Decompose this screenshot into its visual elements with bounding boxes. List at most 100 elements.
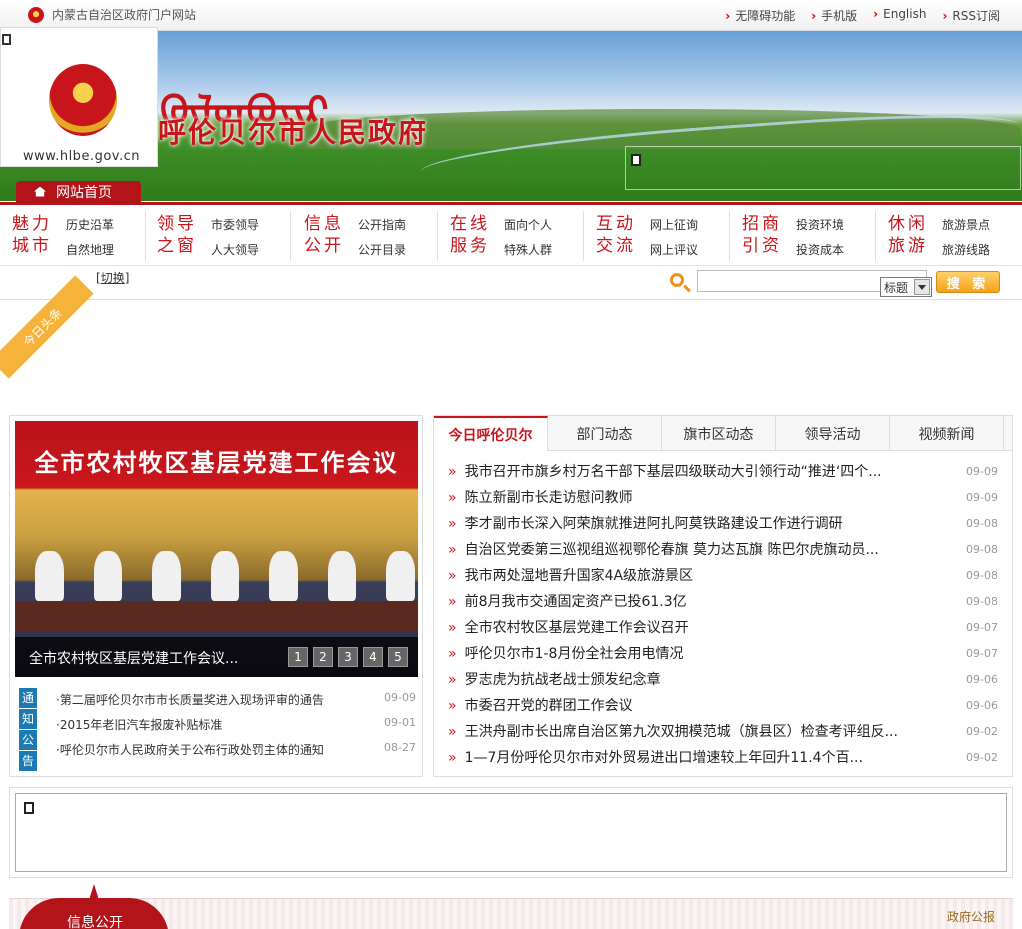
nav-divider — [875, 211, 876, 261]
list-item[interactable]: ·2015年老旧汽车报废补贴标准 09-01 — [56, 716, 416, 741]
nav-category[interactable]: 招商 引资 — [742, 213, 796, 263]
top-links: 无障碍功能 手机版 English RSS订阅 — [725, 7, 1000, 24]
list-item[interactable]: 我市召开市旗乡村万名干部下基层四级联动大引领行动“推进‘四个...09-09 — [448, 458, 998, 484]
slide-photo-people — [35, 551, 416, 606]
rss-link[interactable]: RSS订阅 — [942, 7, 1000, 24]
nav-divider — [583, 211, 584, 261]
list-item[interactable]: 全市农村牧区基层党建工作会议召开09-07 — [448, 614, 998, 640]
photo-news-box: 全市农村牧区基层党建工作会议 全市农村牧区基层党建工作会议... 1 2 3 4… — [9, 415, 423, 777]
list-item[interactable]: 市委召开党的群团工作会议09-06 — [448, 692, 998, 718]
tab-leaders[interactable]: 领导活动 — [776, 416, 890, 451]
plugin-icon — [2, 34, 11, 45]
nav-category[interactable]: 魅力 城市 — [12, 213, 66, 263]
slide-page-button[interactable]: 4 — [363, 647, 383, 667]
nav-subs: 网上征询 网上评议 — [650, 213, 698, 263]
nav-link-routes[interactable]: 旅游线路 — [942, 238, 990, 263]
list-item[interactable]: 呼伦贝尔市1-8月份全社会用电情况09-07 — [448, 640, 998, 666]
search-row: [切换] 标题 搜 索 — [0, 266, 1022, 300]
list-item[interactable]: 1—7月份呼伦贝尔市对外贸易进出口增速较上年回升11.4个百...09-02 — [448, 744, 998, 770]
embed-frame — [15, 793, 1007, 872]
notice-list: ·第二届呼伦贝尔市市长质量奖进入现场评审的通告 09-09 ·2015年老旧汽车报… — [56, 691, 416, 766]
nav-group-service: 在线 服务 面向个人 特殊人群 — [450, 213, 552, 263]
nav-divider — [437, 211, 438, 261]
list-item[interactable]: 自治区党委第三巡视组巡视鄂伦春旗 莫力达瓦旗 陈巴尔虎旗动员...09-08 — [448, 536, 998, 562]
slide-photo-table — [15, 601, 418, 631]
tab-today[interactable]: 今日呼伦贝尔 — [434, 416, 548, 451]
slide-page-button[interactable]: 5 — [388, 647, 408, 667]
slide-page-button[interactable]: 1 — [288, 647, 308, 667]
slide-pager: 1 2 3 4 5 — [288, 647, 408, 667]
list-item[interactable]: 我市两处湿地晋升国家4A级旅游景区09-08 — [448, 562, 998, 588]
nav-divider — [145, 211, 146, 261]
plugin-icon — [24, 802, 34, 814]
notice-tag: 通知公告 — [19, 688, 37, 772]
nav-link-review[interactable]: 网上评议 — [650, 238, 698, 263]
nav-group-tourism: 休闲 旅游 旅游景点 旅游线路 — [888, 213, 990, 263]
slide-page-button[interactable]: 3 — [338, 647, 358, 667]
list-item[interactable]: ·呼伦贝尔市人民政府关于公布行政处罚主体的通知 08-27 — [56, 741, 416, 766]
tab-districts[interactable]: 旗市区动态 — [662, 416, 776, 451]
nav-link-environment[interactable]: 投资环境 — [796, 213, 844, 238]
banner-embed-frame — [625, 146, 1021, 190]
news-tabs: 今日呼伦贝尔 部门动态 旗市区动态 领导活动 视频新闻 — [434, 416, 1012, 451]
home-button[interactable]: 网站首页 — [16, 181, 141, 202]
nav-group-info: 信息 公开 公开指南 公开目录 — [304, 213, 406, 263]
news-tabs-box: 今日呼伦贝尔 部门动态 旗市区动态 领导活动 视频新闻 我市召开市旗乡村万名干部… — [433, 415, 1013, 777]
parent-site-label: 内蒙古自治区政府门户网站 — [52, 8, 197, 22]
nav-group-interaction: 互动 交流 网上征询 网上评议 — [596, 213, 698, 263]
mobile-link[interactable]: 手机版 — [811, 7, 857, 24]
gazette-link[interactable]: 政府公报 — [947, 908, 995, 925]
site-title: 呼伦贝尔市人民政府 — [158, 116, 429, 149]
nav-link-consult[interactable]: 网上征询 — [650, 213, 698, 238]
nav-link-catalog[interactable]: 公开目录 — [358, 238, 406, 263]
list-item[interactable]: 王洪舟副市长出席自治区第九次双拥模范城（旗县区）检查考评组反...09-02 — [448, 718, 998, 744]
plugin-icon — [631, 154, 641, 166]
embed-box — [9, 787, 1013, 878]
news-list: 我市召开市旗乡村万名干部下基层四级联动大引领行动“推进‘四个...09-09 陈… — [448, 458, 998, 770]
nav-subs: 旅游景点 旅游线路 — [942, 213, 990, 263]
english-link[interactable]: English — [873, 7, 926, 24]
nav-link-party-leaders[interactable]: 市委领导 — [211, 213, 259, 238]
accessibility-link[interactable]: 无障碍功能 — [725, 7, 795, 24]
search-icon — [670, 273, 684, 287]
nav-category[interactable]: 休闲 旅游 — [888, 213, 942, 263]
nav-link-history[interactable]: 历史沿革 — [66, 213, 114, 238]
nav-category[interactable]: 信息 公开 — [304, 213, 358, 263]
slide-caption[interactable]: 全市农村牧区基层党建工作会议... — [29, 648, 238, 668]
tab-departments[interactable]: 部门动态 — [548, 416, 662, 451]
nav-group-leaders: 领导 之窗 市委领导 人大领导 — [157, 213, 259, 263]
nav-link-npc-leaders[interactable]: 人大领导 — [211, 238, 259, 263]
slide-page-button[interactable]: 2 — [313, 647, 333, 667]
nav-category[interactable]: 领导 之窗 — [157, 213, 211, 263]
nav-link-guide[interactable]: 公开指南 — [358, 213, 406, 238]
nav-group-investment: 招商 引资 投资环境 投资成本 — [742, 213, 844, 263]
slide-banner-text: 全市农村牧区基层党建工作会议 — [34, 449, 399, 477]
photo-slider[interactable]: 全市农村牧区基层党建工作会议 全市农村牧区基层党建工作会议... 1 2 3 4… — [15, 421, 418, 677]
list-item[interactable]: 陈立新副市长走访慰问教师09-09 — [448, 484, 998, 510]
nav-category[interactable]: 互动 交流 — [596, 213, 650, 263]
nav-category[interactable]: 在线 服务 — [450, 213, 504, 263]
section-title[interactable]: 信息公开 — [67, 912, 123, 929]
nav-link-cost[interactable]: 投资成本 — [796, 238, 844, 263]
list-item[interactable]: 罗志虎为抗战老战士颁发纪念章09-06 — [448, 666, 998, 692]
info-section-header: 信息公开 政府公报 — [9, 880, 1013, 929]
nav-link-geography[interactable]: 自然地理 — [66, 238, 114, 263]
parent-site-link[interactable]: 内蒙古自治区政府门户网站 — [28, 6, 196, 23]
nav-link-special[interactable]: 特殊人群 — [504, 238, 552, 263]
chevron-down-icon — [914, 279, 930, 295]
search-scope-select[interactable]: 标题 — [880, 277, 932, 297]
tab-video[interactable]: 视频新闻 — [890, 416, 1004, 451]
slide-caption-bar: 全市农村牧区基层党建工作会议... 1 2 3 4 5 — [15, 637, 418, 677]
nav-divider — [729, 211, 730, 261]
nav-link-individual[interactable]: 面向个人 — [504, 213, 552, 238]
home-label: 网站首页 — [56, 184, 112, 201]
national-emblem-icon — [49, 64, 117, 136]
switch-link[interactable]: [切换] — [96, 269, 129, 286]
search-button[interactable]: 搜 索 — [936, 271, 1000, 293]
list-item[interactable]: ·第二届呼伦贝尔市市长质量奖进入现场评审的通告 09-09 — [56, 691, 416, 716]
logo-box[interactable]: www.hlbe.gov.cn — [0, 27, 158, 167]
list-item[interactable]: 李才副市长深入阿荣旗就推进阿扎阿莫铁路建设工作进行调研09-08 — [448, 510, 998, 536]
list-item[interactable]: 前8月我市交通固定资产已投61.3亿09-08 — [448, 588, 998, 614]
nav-link-attractions[interactable]: 旅游景点 — [942, 213, 990, 238]
nav-subs: 历史沿革 自然地理 — [66, 213, 114, 263]
